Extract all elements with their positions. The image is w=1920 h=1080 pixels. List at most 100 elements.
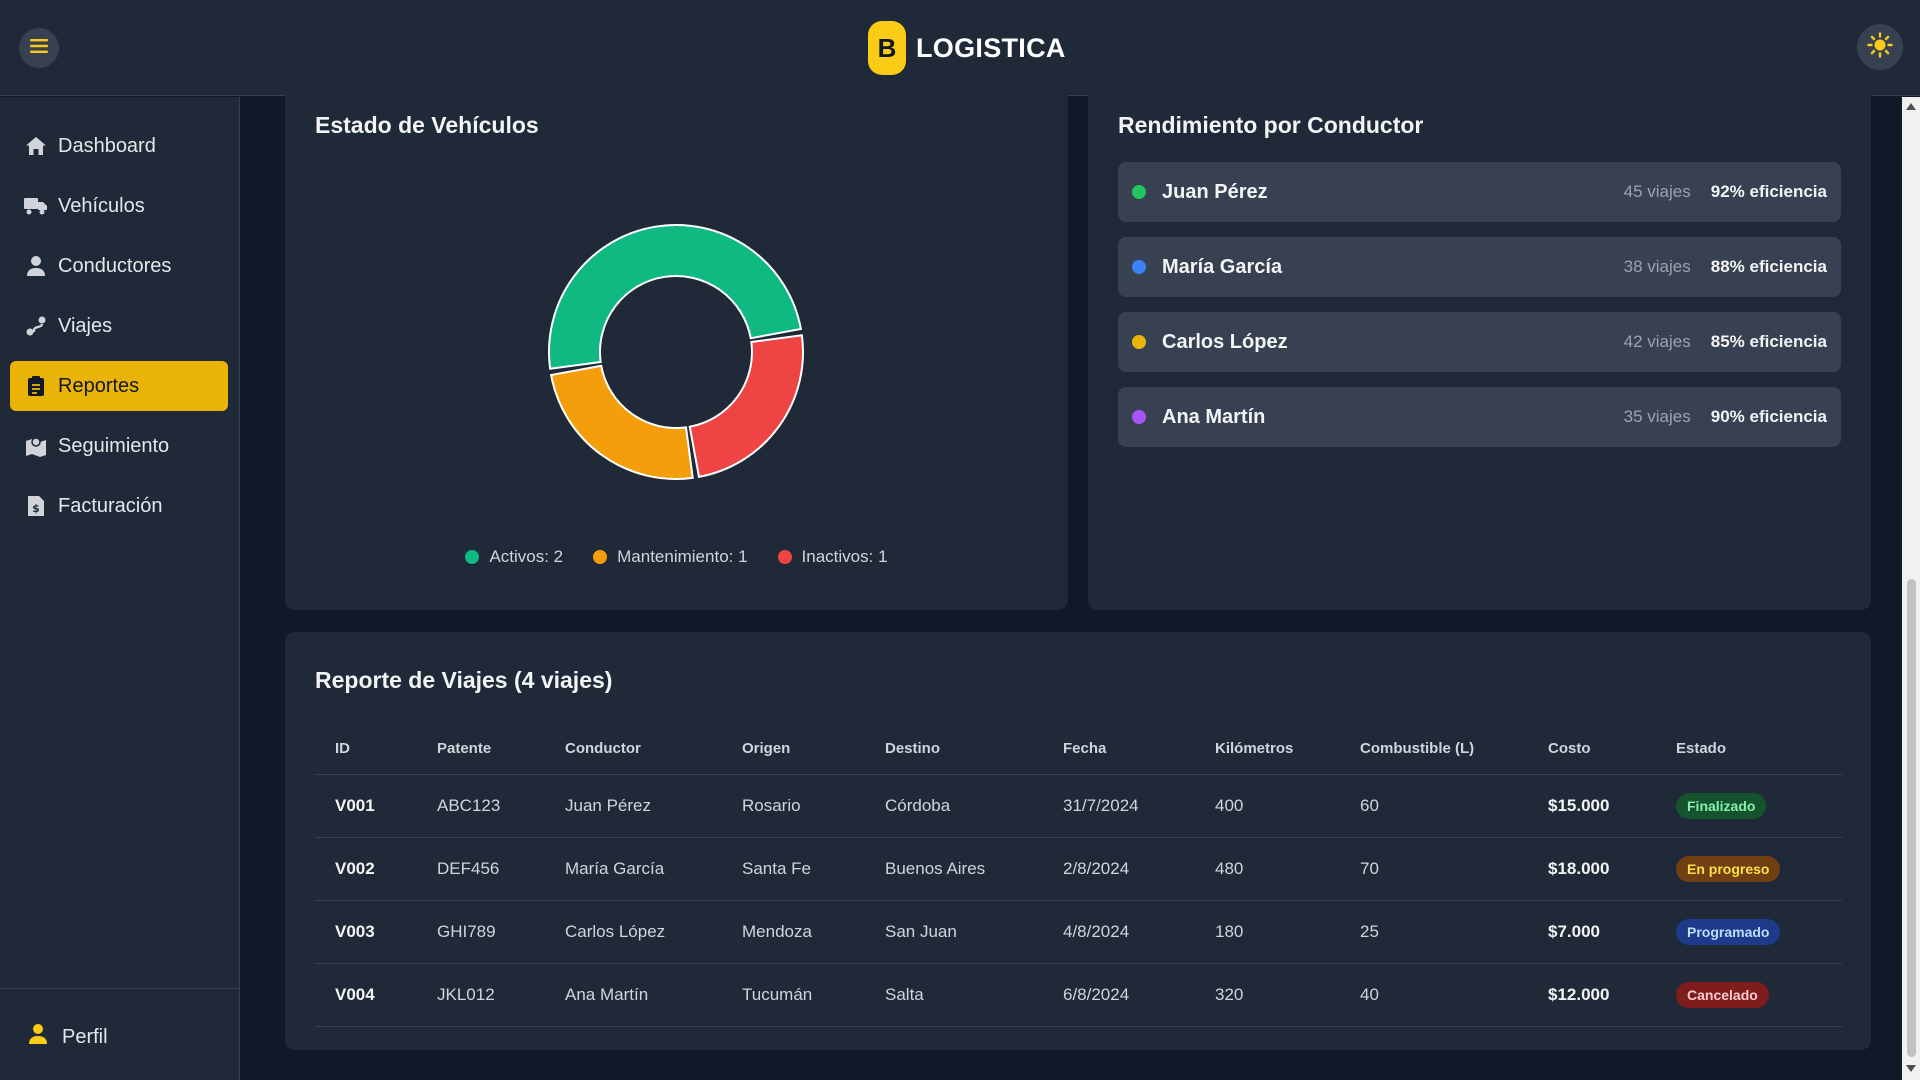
driver-row: María García 38 viajes 88% eficiencia	[1118, 237, 1841, 297]
driver-trips: 42 viajes	[1623, 332, 1691, 351]
hamburger-icon	[30, 38, 48, 59]
sidebar-item-dashboard[interactable]: Dashboard	[10, 121, 228, 171]
cell-fuel: 40	[1340, 963, 1528, 1027]
column-header: Origen	[722, 724, 865, 775]
map-icon	[24, 434, 48, 458]
scrollbar-thumb[interactable]	[1907, 579, 1916, 1057]
scroll-down-arrow-icon[interactable]	[1906, 1065, 1916, 1072]
truck-icon	[24, 194, 48, 218]
cell-cost: $7.000	[1528, 900, 1656, 964]
cell-status: Programado	[1656, 900, 1842, 964]
invoice-icon: $	[24, 494, 48, 518]
vehicle-status-donut-chart	[548, 223, 804, 480]
donut-slice-mantenimiento[interactable]	[549, 364, 694, 480]
sidebar-item-label: Reportes	[58, 374, 140, 397]
column-header: Estado	[1656, 724, 1842, 775]
sidebar-item-tracking[interactable]: Seguimiento	[10, 421, 228, 471]
driver-trips: 38 viajes	[1623, 257, 1691, 276]
brand-logo[interactable]: B LOGISTICA	[868, 20, 1066, 76]
cell-km: 180	[1195, 900, 1340, 964]
cell-destination: San Juan	[865, 900, 1043, 964]
sidebar-item-reports[interactable]: Reportes	[10, 361, 228, 411]
cell-driver: Juan Pérez	[545, 774, 722, 838]
cell-origin: Rosario	[722, 774, 865, 838]
cell-cost: $15.000	[1528, 774, 1656, 838]
sidebar: Dashboard Vehículos Conductores Viajes R…	[0, 97, 240, 1080]
sidebar-item-label: Vehículos	[58, 194, 145, 217]
trips-report-card: Reporte de Viajes (4 viajes) ID Patente …	[285, 632, 1871, 1050]
column-header: Fecha	[1043, 724, 1195, 775]
legend-dot	[593, 550, 608, 564]
driver-efficiency: 90% eficiencia	[1710, 407, 1827, 426]
sidebar-item-label: Viajes	[58, 314, 113, 337]
legend-dot	[465, 550, 480, 564]
cell-status: En progreso	[1656, 837, 1842, 901]
sidebar-item-trips[interactable]: Viajes	[10, 301, 228, 351]
menu-button[interactable]	[19, 28, 59, 68]
sidebar-item-vehicles[interactable]: Vehículos	[10, 181, 228, 231]
cell-cost: $12.000	[1528, 963, 1656, 1027]
theme-toggle-button[interactable]	[1857, 24, 1903, 70]
cell-driver: Ana Martín	[545, 963, 722, 1027]
cell-plate: JKL012	[417, 963, 545, 1027]
legend-item-inactive: Inactivos: 1	[777, 547, 888, 567]
legend-item-active: Activos: 2	[465, 547, 563, 567]
sidebar-item-label: Seguimiento	[58, 434, 170, 457]
driver-efficiency: 85% eficiencia	[1710, 332, 1827, 351]
table-row[interactable]: V004 JKL012 Ana Martín Tucumán Salta 6/8/2024…	[315, 963, 1842, 1027]
cell-status: Finalizado	[1656, 774, 1842, 838]
card-title: Reporte de Viajes (4 viajes)	[315, 667, 613, 693]
cell-cost: $18.000	[1528, 837, 1656, 901]
table-row[interactable]: V001 ABC123 Juan Pérez Rosario Córdoba 31/7/2…	[315, 774, 1842, 838]
status-badge: Cancelado	[1676, 981, 1769, 1008]
cell-date: 2/8/2024	[1043, 837, 1195, 901]
driver-color-dot	[1132, 260, 1146, 274]
driver-row: Carlos López 42 viajes 85% eficiencia	[1118, 312, 1841, 372]
donut-slice-inactivos[interactable]	[688, 334, 804, 479]
cell-origin: Tucumán	[722, 963, 865, 1027]
cell-date: 31/7/2024	[1043, 774, 1195, 838]
svg-text:$: $	[32, 502, 40, 515]
column-header: ID	[315, 724, 417, 775]
cell-destination: Córdoba	[865, 774, 1043, 838]
driver-name: Ana Martín	[1162, 405, 1266, 428]
legend-label: Inactivos: 1	[801, 547, 888, 566]
sidebar-footer: Perfil	[0, 988, 240, 1080]
sun-icon	[1867, 31, 1893, 63]
cell-status: Cancelado	[1656, 963, 1842, 1027]
driver-name: María García	[1162, 255, 1283, 278]
status-badge: Finalizado	[1676, 792, 1767, 819]
cell-driver: María García	[545, 837, 722, 901]
cell-id: V004	[315, 963, 417, 1027]
clipboard-icon	[24, 374, 48, 398]
driver-color-dot	[1132, 185, 1146, 199]
cell-fuel: 25	[1340, 900, 1528, 964]
table-row[interactable]: V003 GHI789 Carlos López Mendoza San Juan 4/8…	[315, 900, 1842, 964]
cell-km: 400	[1195, 774, 1340, 838]
table-row[interactable]: V002 DEF456 María García Santa Fe Buenos Air…	[315, 837, 1842, 901]
profile-link[interactable]: Perfil	[28, 1023, 108, 1051]
column-header: Kilómetros	[1195, 724, 1340, 775]
cell-id: V002	[315, 837, 417, 901]
driver-name: Juan Pérez	[1162, 180, 1268, 203]
driver-performance-card: Rendimiento por Conductor Juan Pérez 45 …	[1088, 85, 1871, 610]
column-header: Costo	[1528, 724, 1656, 775]
cell-origin: Santa Fe	[722, 837, 865, 901]
cell-date: 4/8/2024	[1043, 900, 1195, 964]
sidebar-item-drivers[interactable]: Conductores	[10, 241, 228, 291]
driver-trips: 35 viajes	[1623, 407, 1691, 426]
cell-id: V001	[315, 774, 417, 838]
user-icon	[24, 254, 48, 278]
scroll-up-arrow-icon[interactable]	[1906, 103, 1916, 110]
card-title: Rendimiento por Conductor	[1118, 112, 1424, 138]
cell-plate: GHI789	[417, 900, 545, 964]
cell-km: 480	[1195, 837, 1340, 901]
page-scrollbar[interactable]	[1902, 97, 1920, 1080]
driver-row: Ana Martín 35 viajes 90% eficiencia	[1118, 387, 1841, 447]
driver-row: Juan Pérez 45 viajes 92% eficiencia	[1118, 162, 1841, 222]
top-bar: B LOGISTICA	[0, 0, 1920, 96]
legend-item-maintenance: Mantenimiento: 1	[593, 547, 748, 567]
cell-plate: ABC123	[417, 774, 545, 838]
sidebar-item-billing[interactable]: $ Facturación	[10, 481, 228, 531]
sidebar-item-label: Dashboard	[58, 134, 156, 157]
